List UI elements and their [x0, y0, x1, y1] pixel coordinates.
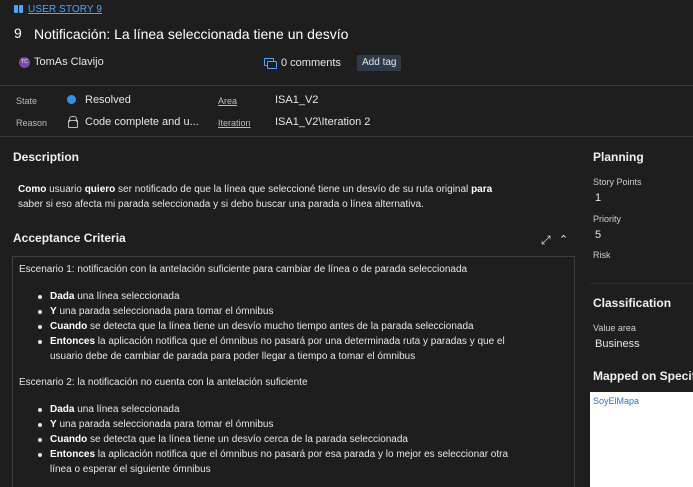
side-panel: Planning Story Points 1 Priority 5 Risk … [590, 138, 693, 487]
list-item-text: una parada seleccionada para tomar el óm… [56, 306, 274, 317]
scenario-1-title: Escenario 1: notificación con la antelac… [19, 264, 468, 275]
state-value[interactable]: Resolved [85, 94, 131, 106]
list-item-keyword: Entonces [50, 449, 96, 460]
work-item-type[interactable]: USER STORY 9 [14, 4, 102, 15]
list-item-keyword: Y [50, 306, 57, 317]
story-points-label: Story Points [593, 177, 642, 187]
planning-heading: Planning [593, 150, 644, 164]
work-item-title[interactable]: Notificación: La línea seleccionada tien… [34, 26, 348, 42]
list-item: Dada una línea seleccionada [35, 289, 565, 304]
comments-count: 0 comments [281, 57, 341, 69]
priority-value[interactable]: 5 [595, 229, 601, 241]
list-item-text: se detecta que la línea tiene un desvío … [87, 321, 474, 332]
reason-label: Reason [16, 118, 48, 128]
iteration-label-text: Iteration [218, 118, 251, 128]
list-item: Y una parada seleccionada para tomar el … [35, 304, 565, 319]
list-item: Cuando se detecta que la línea tiene un … [35, 432, 565, 447]
list-item-keyword: Cuando [50, 434, 88, 445]
add-tag-button[interactable]: Add tag [357, 55, 402, 71]
list-item-text: la aplicación notifica que el ómnibus no… [95, 449, 509, 460]
risk-label: Risk [593, 250, 611, 260]
list-item-keyword: Y [50, 419, 57, 430]
chevron-up-icon[interactable]: ⌃ [559, 234, 569, 246]
description-field[interactable]: Como usuario quiero ser notificado de qu… [18, 182, 558, 212]
area-label: Area [218, 96, 237, 106]
mapped-heading: Mapped on Specif [593, 369, 693, 383]
description-heading: Description [13, 150, 80, 164]
list-item-text: se detecta que la línea tiene un desvío … [87, 434, 408, 445]
list-item-text: una línea seleccionada [74, 404, 180, 415]
assignee-name[interactable]: TomAs Clavijo [34, 56, 104, 68]
scenario-2-list: Dada una línea seleccionada Y una parada… [35, 402, 565, 477]
list-item-text-cont: línea o esperar el siguiente ómnibus [50, 464, 211, 475]
priority-label: Priority [593, 214, 622, 224]
desc-text-2: ser notificado de que la línea que selec… [115, 184, 472, 195]
maximize-icon[interactable]: ⤢ [541, 234, 553, 246]
work-item-id: 9 [14, 25, 22, 41]
comments-link[interactable]: 0 comments [264, 57, 341, 69]
list-item: Cuando se detecta que la línea tiene un … [35, 319, 565, 334]
area-value[interactable]: ISA1_V2 [275, 94, 318, 106]
iteration-value[interactable]: ISA1_V2\Iteration 2 [275, 116, 370, 128]
value-area-value[interactable]: Business [595, 338, 640, 350]
list-item: Entonces la aplicación notifica que el ó… [35, 334, 565, 364]
list-item-keyword: Dada [50, 404, 75, 415]
desc-bold-3: para [471, 184, 493, 195]
lock-icon [68, 116, 78, 128]
story-points-value[interactable]: 1 [595, 192, 601, 204]
list-item-keyword: Entonces [50, 336, 96, 347]
iteration-label: Iteration [218, 118, 251, 128]
work-item-header: USER STORY 9 9 Notificación: La línea se… [0, 0, 693, 85]
divider [590, 283, 693, 284]
classification-heading: Classification [593, 296, 672, 310]
acceptance-criteria-heading: Acceptance Criteria [13, 231, 126, 245]
list-item: Y una parada seleccionada para tomar el … [35, 417, 565, 432]
comments-icon [264, 58, 277, 69]
state-label: State [16, 96, 38, 106]
work-item-fields: State Resolved Reason Code complete and … [0, 85, 693, 137]
list-item: Entonces la aplicación notifica que el ó… [35, 447, 565, 477]
list-item-keyword: Dada [50, 291, 75, 302]
list-item-keyword: Cuando [50, 321, 88, 332]
desc-text-3: saber si eso afecta mi parada selecciona… [18, 199, 424, 210]
scenario-1-list: Dada una línea seleccionada Y una parada… [35, 289, 565, 364]
list-item: Dada una línea seleccionada [35, 402, 565, 417]
spec-link[interactable]: SoyElMapa [593, 396, 639, 406]
list-item-text-cont: usuario debe de cambiar de parada para p… [50, 351, 416, 362]
area-label-text: Area [218, 96, 238, 106]
value-area-label: Value area [593, 323, 636, 333]
acceptance-criteria-field[interactable]: Escenario 1: notificación con la antelac… [12, 256, 575, 487]
list-item-text: una línea seleccionada [74, 291, 180, 302]
desc-bold-2: quiero [84, 184, 116, 195]
scenario-2-title: Escenario 2: la notificación no cuenta c… [19, 377, 308, 388]
desc-bold-1: Como [18, 184, 47, 195]
book-icon [14, 5, 24, 14]
avatar[interactable]: TC [19, 57, 30, 68]
list-item-text: una parada seleccionada para tomar el óm… [56, 419, 274, 430]
main-content: Description Como usuario quiero ser noti… [0, 138, 590, 487]
list-item-text: la aplicación notifica que el ómnibus no… [95, 336, 505, 347]
reason-value[interactable]: Code complete and u... [85, 116, 199, 128]
mapped-spec-box: SoyElMapa [590, 392, 693, 487]
desc-text-1: usuario [46, 184, 85, 195]
work-item-type-link[interactable]: USER STORY 9 [28, 4, 102, 15]
state-dot-icon [67, 95, 76, 104]
